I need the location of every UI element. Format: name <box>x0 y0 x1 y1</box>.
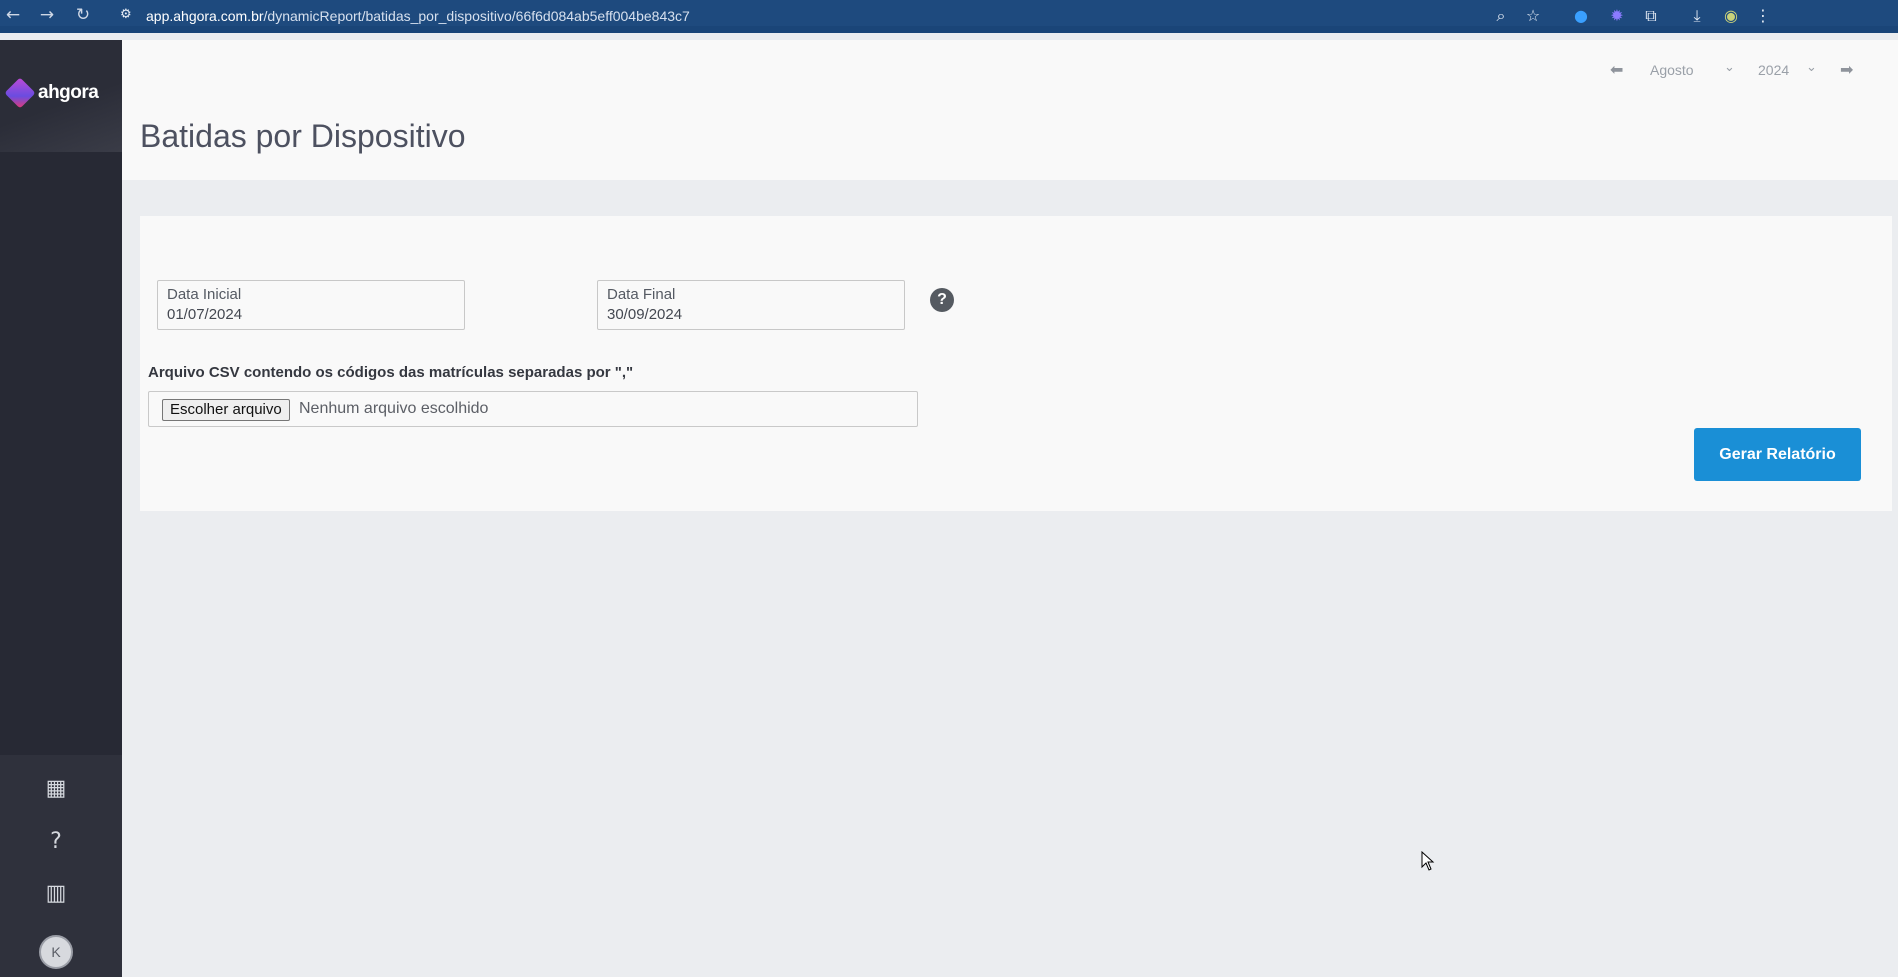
previous-period-arrow-icon[interactable]: ⬅ <box>1610 60 1623 79</box>
generate-report-button[interactable]: Gerar Relatório <box>1694 428 1861 481</box>
month-select[interactable]: Agosto <box>1650 62 1694 78</box>
user-avatar[interactable]: K <box>39 935 73 969</box>
apps-grid-icon[interactable]: ▦ <box>41 774 71 804</box>
end-date-value[interactable]: 30/09/2024 <box>607 306 682 323</box>
end-date-field[interactable]: Data Final 30/09/2024 <box>597 280 905 330</box>
chevron-down-icon[interactable]: ⌄ <box>1724 60 1735 75</box>
year-select[interactable]: 2024 <box>1758 62 1789 78</box>
browser-menu-icon[interactable]: ⋮ <box>1752 5 1774 27</box>
zoom-icon[interactable]: ⌕ <box>1490 5 1512 27</box>
start-date-field[interactable]: Data Inicial 01/07/2024 <box>157 280 465 330</box>
question-help-icon[interactable]: ? <box>930 288 954 312</box>
page-title: Batidas por Dispositivo <box>140 118 466 154</box>
url-host: app.ahgora.com.br <box>146 8 264 24</box>
logo-text: ahgora <box>38 82 99 103</box>
url-path: /dynamicReport/batidas_por_dispositivo/6… <box>263 8 690 24</box>
file-status-text: Nenhum arquivo escolhido <box>299 400 489 417</box>
end-date-label: Data Final <box>607 286 676 303</box>
extensions-puzzle-icon[interactable]: ⧉ <box>1640 5 1662 27</box>
logo-area[interactable]: ahgora <box>0 40 122 152</box>
start-date-value[interactable]: 01/07/2024 <box>167 306 242 323</box>
next-period-arrow-icon[interactable]: ➡ <box>1840 60 1853 79</box>
bookmark-star-icon[interactable]: ☆ <box>1522 5 1544 27</box>
page-header: Batidas por Dispositivo ⬅ Agosto ⌄ 2024 … <box>122 40 1898 180</box>
mouse-cursor-icon <box>1421 851 1435 871</box>
help-icon[interactable]: ? <box>41 827 71 857</box>
address-bar[interactable]: ⚙ app.ahgora.com.br/dynamicReport/batida… <box>108 3 1678 29</box>
url-text[interactable]: app.ahgora.com.br/dynamicReport/batidas_… <box>146 8 690 24</box>
site-settings-icon[interactable]: ⚙ <box>120 7 132 22</box>
company-building-icon[interactable]: ▥ <box>41 879 71 909</box>
back-arrow-icon[interactable]: ← <box>2 4 24 26</box>
chevron-down-icon[interactable]: ⌄ <box>1806 60 1817 75</box>
forward-arrow-icon[interactable]: → <box>36 4 58 26</box>
download-icon[interactable]: ⤓ <box>1686 5 1708 27</box>
choose-file-button[interactable]: Escolher arquivo <box>162 399 290 421</box>
extension-gear-icon[interactable]: ✹ <box>1606 5 1628 27</box>
reload-icon[interactable]: ↻ <box>72 4 94 26</box>
csv-file-input[interactable]: Escolher arquivo Nenhum arquivo escolhid… <box>148 391 918 427</box>
sidebar: ahgora ▦ ? ▥ K <box>0 40 122 977</box>
profile-avatar-icon[interactable]: ◉ <box>1720 5 1742 27</box>
extension-g-icon[interactable]: ● <box>1570 5 1592 27</box>
browser-toolbar: ← → ↻ ⚙ app.ahgora.com.br/dynamicReport/… <box>0 0 1898 33</box>
ahgora-logo-icon <box>4 77 36 109</box>
sidebar-bottom-menu: ▦ ? ▥ K <box>0 755 122 977</box>
report-form-card: Data Inicial 01/07/2024 Data Final 30/09… <box>140 216 1892 511</box>
start-date-label: Data Inicial <box>167 286 242 303</box>
csv-file-label: Arquivo CSV contendo os códigos das matr… <box>148 364 634 381</box>
period-selector: ⬅ Agosto ⌄ 2024 ⌄ ➡ <box>1598 60 1898 90</box>
